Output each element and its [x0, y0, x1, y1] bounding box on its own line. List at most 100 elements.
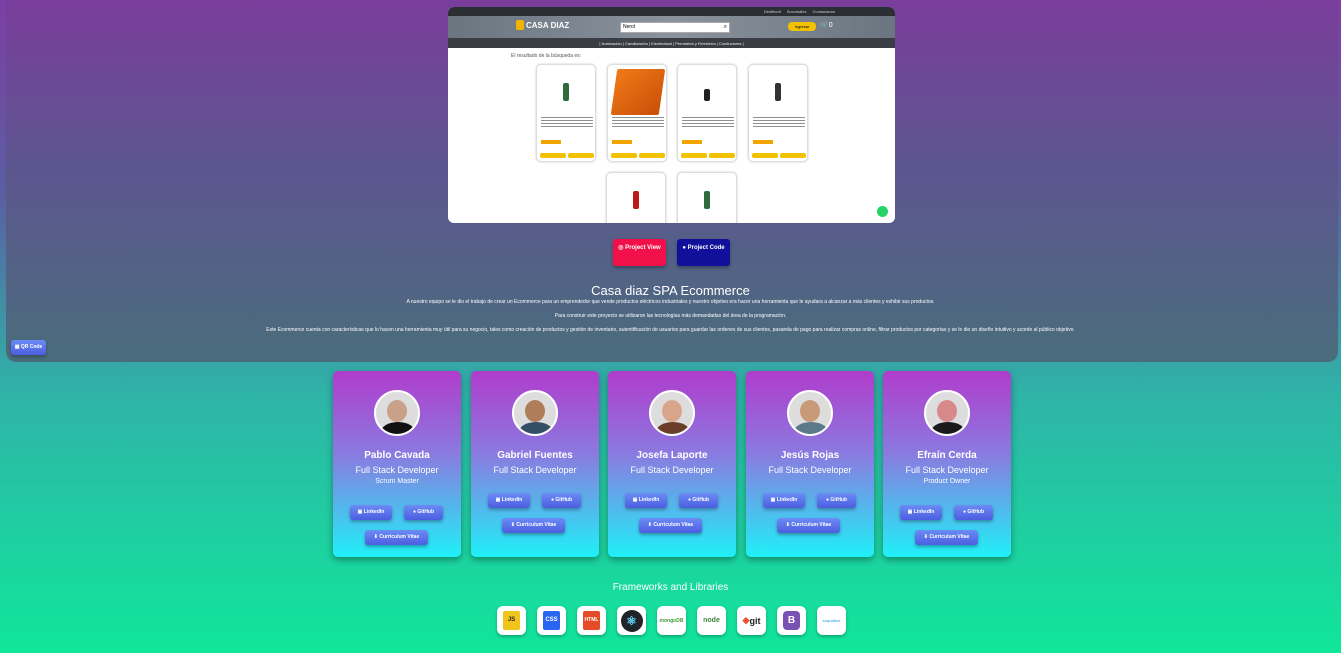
product-image: [563, 83, 569, 101]
javascript-label: JS: [503, 611, 520, 630]
mongodb-icon: mongoDB: [657, 606, 686, 635]
frameworks-title: Frameworks and Libraries: [612, 582, 729, 593]
react-icon: ⚛: [617, 606, 646, 635]
nodejs-label: node: [703, 617, 720, 624]
git-icon: ◆ git: [737, 606, 766, 635]
member-name: Jesús Rojas: [780, 450, 840, 461]
linkedin-button[interactable]: ▣ LinkedIn: [900, 505, 942, 520]
github-label: GitHub: [417, 509, 435, 515]
member-role: Full Stack Developer: [768, 465, 852, 475]
product-image: [610, 69, 666, 115]
member-role: Full Stack Developer: [630, 465, 714, 475]
linkedin-button[interactable]: ▣ LinkedIn: [350, 505, 392, 520]
github-label: GitHub: [555, 497, 573, 503]
linkedin-label: LinkedIn: [638, 497, 660, 503]
qr-code-button[interactable]: ▦ QR Code: [11, 340, 46, 355]
linkedin-label: LinkedIn: [501, 497, 523, 503]
cv-label: Curriculum Vitae: [653, 522, 694, 528]
nodejs-icon: node: [697, 606, 726, 635]
search-icon: ⌕: [723, 24, 727, 30]
github-label: GitHub: [830, 497, 848, 503]
search-value: Nerol: [623, 24, 635, 30]
linkedin-label: LinkedIn: [776, 497, 798, 503]
linkedin-label: LinkedIn: [363, 509, 385, 515]
github-button[interactable]: ● GitHub: [679, 493, 718, 508]
project-preview[interactable]: Destitonit Sucursales Contactanos CASA D…: [448, 7, 895, 223]
preview-logo: CASA DIAZ: [516, 20, 569, 30]
team-card: Gabriel Fuentes Full Stack Developer ▣ L…: [471, 371, 599, 557]
github-button[interactable]: ● GitHub: [954, 505, 993, 520]
css-label: CSS: [543, 611, 560, 630]
project-title: Casa diaz SPA Ecommerce: [591, 283, 750, 298]
member-subrole: Product Owner: [923, 478, 971, 485]
preview-result-text: El resultado de la búsqueda es:: [511, 53, 582, 59]
mongodb-label: mongoDB: [659, 617, 684, 624]
avatar: [787, 390, 833, 436]
preview-nav: | Iluminación | Canalización | Electrici…: [448, 38, 895, 48]
avatar: [649, 390, 695, 436]
project-description: Este Ecommerce cuenta con característica…: [266, 327, 1075, 333]
cv-button[interactable]: ⬇ Curriculum Vitae: [502, 518, 565, 533]
whatsapp-icon: [877, 206, 888, 217]
cv-button[interactable]: ⬇ Curriculum Vitae: [777, 518, 840, 533]
preview-topbar-item: Destitonit: [764, 9, 781, 14]
cv-button[interactable]: ⬇ Curriculum Vitae: [639, 518, 702, 533]
preview-topbar-item: Sucursales: [786, 9, 807, 14]
product-image: [704, 89, 710, 101]
html-icon: HTML: [577, 606, 606, 635]
product-image: [633, 191, 639, 209]
logo-icon: [516, 20, 524, 30]
bootstrap-icon: B: [777, 606, 806, 635]
preview-login-button: Ingresar: [788, 22, 816, 31]
product-card: [536, 64, 596, 162]
javascript-icon: JS: [497, 606, 526, 635]
css-icon: CSS: [537, 606, 566, 635]
preview-topbar-item: Contactanos: [812, 9, 835, 14]
github-label: GitHub: [692, 497, 710, 503]
cv-label: Curriculum Vitae: [791, 522, 832, 528]
sequelize-icon: sequelize: [817, 606, 846, 635]
html-label: HTML: [583, 611, 600, 630]
member-subrole: Scrum Master: [375, 478, 419, 485]
preview-header: CASA DIAZ Nerol ⌕ Ingresar 🛒0: [448, 16, 895, 38]
project-view-button[interactable]: ◎ Project View: [613, 239, 666, 266]
cv-label: Curriculum Vitae: [929, 534, 970, 540]
avatar: [512, 390, 558, 436]
linkedin-label: LinkedIn: [913, 509, 935, 515]
team-card: Efraín Cerda Full Stack Developer Produc…: [883, 371, 1011, 557]
github-button[interactable]: ● GitHub: [542, 493, 581, 508]
logo-text: CASA DIAZ: [526, 20, 570, 30]
product-card: [606, 172, 666, 223]
cart-count: 0: [828, 22, 833, 29]
team-card: Jesús Rojas Full Stack Developer ▣ Linke…: [746, 371, 874, 557]
git-label: git: [749, 615, 761, 626]
cv-button[interactable]: ⬇ Curriculum Vitae: [915, 530, 978, 545]
team-card: Pablo Cavada Full Stack Developer Scrum …: [333, 371, 461, 557]
github-button[interactable]: ● GitHub: [404, 505, 443, 520]
project-code-button[interactable]: ● Project Code: [677, 239, 730, 266]
preview-topbar: Destitonit Sucursales Contactanos: [448, 7, 895, 16]
avatar: [374, 390, 420, 436]
product-card: [677, 64, 737, 162]
member-name: Gabriel Fuentes: [497, 450, 573, 461]
preview-search-input: Nerol ⌕: [620, 22, 730, 33]
project-code-label: Project Code: [687, 245, 725, 251]
product-image: [775, 83, 781, 101]
member-name: Josefa Laporte: [636, 450, 708, 461]
linkedin-button[interactable]: ▣ LinkedIn: [625, 493, 667, 508]
product-card: [607, 64, 667, 162]
product-card: [677, 172, 737, 223]
qr-label: QR Code: [20, 344, 43, 350]
github-label: GitHub: [967, 509, 985, 515]
sequelize-label: sequelize: [822, 618, 841, 623]
member-name: Efraín Cerda: [917, 450, 977, 461]
cv-label: Curriculum Vitae: [516, 522, 557, 528]
linkedin-button[interactable]: ▣ LinkedIn: [763, 493, 805, 508]
member-role: Full Stack Developer: [355, 465, 439, 475]
product-image: [704, 191, 710, 209]
github-button[interactable]: ● GitHub: [817, 493, 856, 508]
member-role: Full Stack Developer: [905, 465, 989, 475]
member-name: Pablo Cavada: [364, 450, 430, 461]
cv-button[interactable]: ⬇ Curriculum Vitae: [365, 530, 428, 545]
linkedin-button[interactable]: ▣ LinkedIn: [488, 493, 530, 508]
